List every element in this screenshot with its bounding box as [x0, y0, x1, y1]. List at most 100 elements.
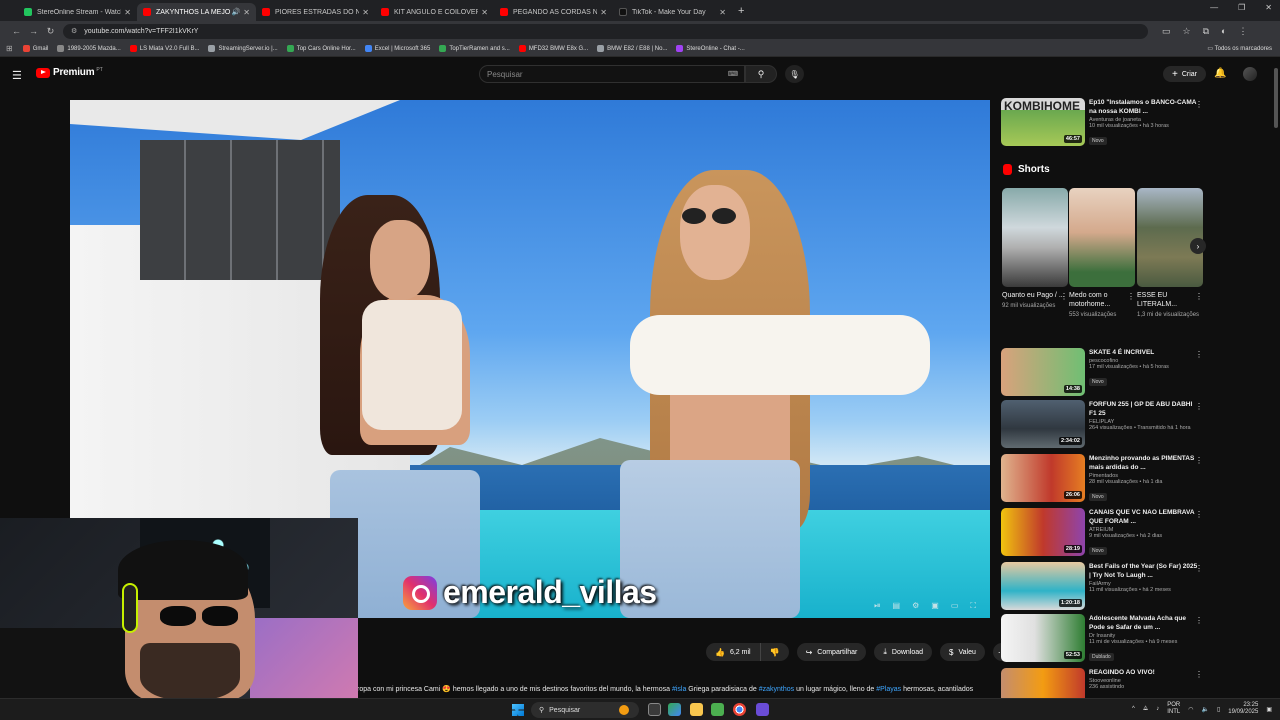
close-tab-icon[interactable]: ✕ [481, 8, 488, 17]
bookmark-item[interactable]: StreamingServer.io |... [208, 45, 278, 52]
bookmark-item[interactable]: 1989-2005 Mazda... [57, 45, 121, 52]
hashtag-link[interactable]: #zakynthos [759, 686, 794, 693]
search-button[interactable]: ⚲ [745, 65, 777, 83]
close-tab-icon[interactable]: ✕ [124, 8, 131, 17]
close-tab-icon[interactable]: ✕ [243, 8, 250, 17]
video-thumbnail[interactable]: 14:38 [1001, 348, 1085, 396]
video-thumbnail[interactable]: 2:34:02 [1001, 400, 1085, 448]
recommended-video[interactable]: 26:06 Menzinho provando as PIMENTAS mais… [1001, 454, 1209, 506]
clock[interactable]: 23:25 19/09/2025 [1228, 702, 1258, 716]
short-card[interactable]: Medo com o motorhome... 553 visualizaçõe… [1069, 188, 1135, 319]
forward-icon[interactable]: → [25, 26, 42, 36]
browser-tab[interactable]: KIT ANGULO E COILOVER INST...✕ [375, 3, 494, 21]
video-title[interactable]: Ep10 "Instalamos o BANCO-CAMA na nossa K… [1089, 98, 1199, 116]
bookmark-item[interactable]: TopTierRamen and s... [439, 45, 510, 52]
bookmark-item[interactable]: LS Miata V2.0 Full B... [129, 45, 199, 52]
discord-icon[interactable] [756, 703, 769, 716]
download-button[interactable]: ⤓ Download [874, 643, 933, 661]
cast-icon[interactable]: ▭ [1162, 26, 1171, 37]
chrome-icon[interactable] [733, 703, 746, 716]
share-button[interactable]: ↪ Compartilhar [796, 643, 867, 661]
bookmark-item[interactable]: Gmail [22, 45, 48, 52]
close-window-icon[interactable]: ✕ [1265, 3, 1272, 12]
tray-overflow-icon[interactable]: ^ [1132, 706, 1135, 712]
hashtag-link[interactable]: #isla [672, 686, 686, 693]
battery-icon[interactable]: ▯ [1217, 706, 1220, 713]
more-vertical-icon[interactable]: ⋮ [1195, 350, 1203, 359]
video-description[interactable]: ropa con mi princesa Cami 😍 hemos llegad… [357, 685, 987, 693]
video-title[interactable]: FORFUN 255 | GP DE ABU DABHI F1 25 [1089, 400, 1199, 418]
video-title[interactable]: Best Fails of the Year (So Far) 2025 | T… [1089, 562, 1199, 580]
short-title[interactable]: ESSE EU LITERALM... [1137, 291, 1203, 309]
video-thumbnail[interactable] [1001, 668, 1085, 698]
maximize-icon[interactable]: ❐ [1238, 3, 1245, 12]
browser-menu-icon[interactable]: ⋮ [1238, 26, 1247, 37]
recommended-video[interactable]: 1:20:18 Best Fails of the Year (So Far) … [1001, 562, 1209, 614]
browser-tab[interactable]: TikTok - Make Your Day ✕ [613, 3, 732, 21]
more-vertical-icon[interactable]: ⋮ [1195, 456, 1203, 465]
recommended-video[interactable]: 28:19 CANAIS QUE VC NAO LEMBRAVA QUE FOR… [1001, 508, 1209, 560]
scrollbar-thumb[interactable] [1274, 68, 1278, 128]
volume-icon[interactable]: 🔈 [1202, 706, 1209, 713]
reload-icon[interactable]: ↻ [42, 26, 59, 37]
more-vertical-icon[interactable]: ⋮ [1195, 292, 1203, 301]
notifications-bell-icon[interactable]: 🔔 [1214, 68, 1226, 79]
bookmark-item[interactable]: BMW E82 / E88 | No... [597, 45, 667, 52]
recommended-video[interactable]: 52:53 Adolescente Malvada Acha que Pode … [1001, 614, 1209, 666]
short-card[interactable]: ESSE EU LITERALM... 1,3 mi de visualizaç… [1137, 188, 1203, 319]
close-tab-icon[interactable]: ✕ [719, 8, 726, 17]
hashtag-link[interactable]: #Playas [876, 686, 901, 693]
video-thumbnail[interactable]: 52:53 [1001, 614, 1085, 662]
video-thumbnail[interactable]: KOMBIHOME 46:57 [1001, 98, 1085, 146]
short-thumbnail[interactable] [1069, 188, 1135, 287]
short-title[interactable]: Medo com o motorhome... [1069, 291, 1135, 309]
profile-icon[interactable]: ◐ [1221, 26, 1226, 37]
fullscreen-icon[interactable]: ⛶ [970, 601, 976, 611]
extensions-icon[interactable]: ⧉ [1203, 26, 1209, 37]
video-title[interactable]: SKATE 4 É INCRIVEL [1089, 348, 1199, 357]
more-vertical-icon[interactable]: ⋮ [1195, 564, 1203, 573]
short-thumbnail[interactable] [1002, 188, 1068, 287]
page-scrollbar[interactable] [1272, 60, 1280, 700]
close-tab-icon[interactable]: ✕ [362, 8, 369, 17]
copilot-icon[interactable] [619, 705, 629, 715]
input-language[interactable]: POR INTL [1167, 702, 1180, 716]
keyboard-icon[interactable]: ⌨ [728, 70, 738, 78]
edge-icon[interactable] [668, 703, 681, 716]
browser-tab[interactable]: PEGANDO AS CORDAS NA BAI...✕ [494, 3, 613, 21]
tab-audio-icon[interactable]: 🔊 [232, 8, 241, 16]
recommended-video[interactable]: KOMBIHOME 46:57 Ep10 "Instalamos o BANCO… [1001, 98, 1209, 150]
miniplayer-icon[interactable]: ▣ [931, 601, 939, 611]
microphone-tray-icon[interactable]: ♪ [1156, 706, 1159, 712]
close-tab-icon[interactable]: ✕ [600, 8, 607, 17]
network-icon[interactable]: ⟁ [1143, 706, 1148, 713]
address-bar[interactable]: ⚙ youtube.com/watch?v=TFF2I1kVKrY [63, 23, 1148, 39]
account-avatar[interactable] [1243, 67, 1257, 81]
notification-center-icon[interactable]: ▣ [1266, 706, 1272, 713]
short-title[interactable]: Quanto eu Pago / ... [1002, 291, 1068, 300]
more-vertical-icon[interactable]: ⋮ [1195, 670, 1203, 679]
voice-search-button[interactable]: 🎙 [785, 65, 804, 83]
minimize-icon[interactable]: — [1210, 3, 1218, 12]
browser-tab-active[interactable]: ZAKYNTHOS LA MEJOR P...🔊✕ [137, 3, 256, 21]
all-bookmarks-button[interactable]: ▭ Todos os marcadores [1207, 45, 1272, 52]
like-button[interactable]: 👍 6,2 mil [706, 643, 761, 661]
video-thumbnail[interactable]: 26:06 [1001, 454, 1085, 502]
more-vertical-icon[interactable]: ⋮ [1195, 510, 1203, 519]
subtitles-icon[interactable]: ▤ [893, 601, 901, 611]
autoplay-toggle-icon[interactable]: ⏯ [874, 601, 880, 611]
site-info-icon[interactable]: ⚙ [71, 27, 77, 35]
video-title[interactable]: REAGINDO AO VIVO! [1089, 668, 1199, 677]
recommended-video[interactable]: 2:34:02 FORFUN 255 | GP DE ABU DABHI F1 … [1001, 400, 1209, 452]
create-button[interactable]: + Criar [1163, 66, 1207, 82]
recommended-video[interactable]: 14:38 SKATE 4 É INCRIVEL pescocofino 17 … [1001, 348, 1209, 400]
search-input[interactable]: Pesquisar ⌨ [479, 65, 745, 83]
video-thumbnail[interactable]: 28:19 [1001, 508, 1085, 556]
bookmark-item[interactable]: Excel | Microsoft 365 [364, 45, 430, 52]
store-icon[interactable] [711, 703, 724, 716]
short-card[interactable]: Quanto eu Pago / ... 92 mil visualizaçõe… [1002, 188, 1068, 310]
bookmark-item[interactable]: StereOnline - Chat -... [676, 45, 745, 52]
video-title[interactable]: Menzinho provando as PIMENTAS mais ardid… [1089, 454, 1199, 472]
theater-mode-icon[interactable]: ▭ [951, 601, 959, 611]
video-thumbnail[interactable]: 1:20:18 [1001, 562, 1085, 610]
